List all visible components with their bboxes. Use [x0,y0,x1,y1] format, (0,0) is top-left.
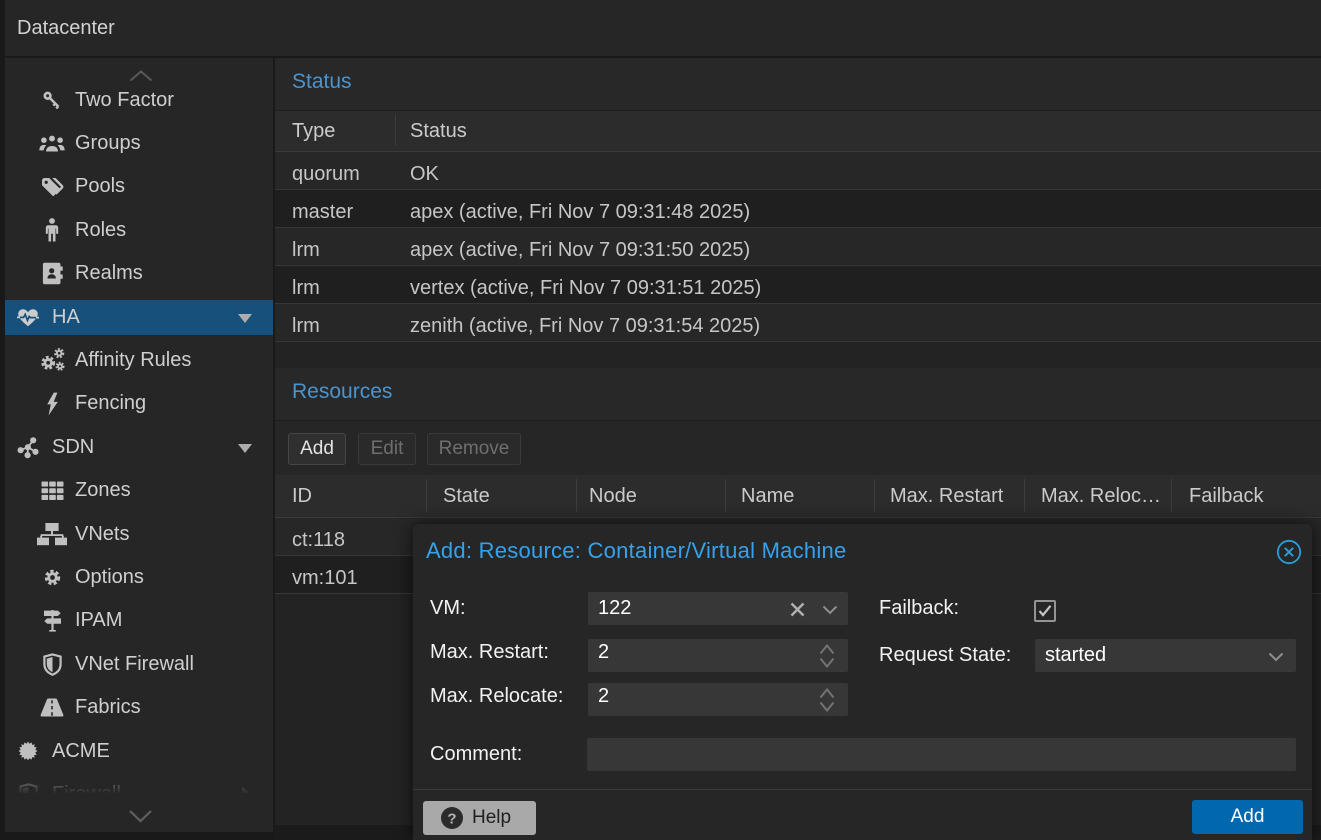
svg-text:?: ? [447,811,456,828]
